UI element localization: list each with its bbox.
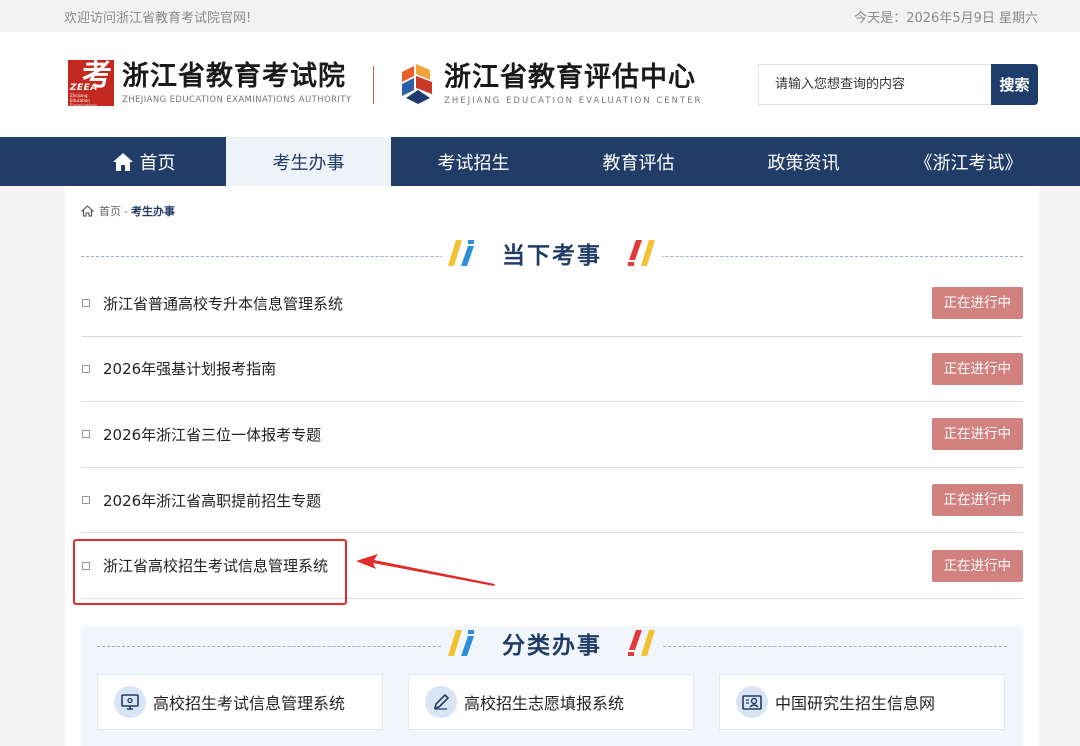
list-item[interactable]: 2026年浙江省高职提前招生专题 正在进行中 [81,468,1023,534]
status-badge[interactable]: 正在进行中 [931,549,1023,582]
evaluation-logo-mark [400,62,436,106]
slash-decoration-icon [626,238,658,268]
search-button[interactable]: 搜索 [991,64,1038,105]
nav-item-policy-news[interactable]: 政策资讯 [721,137,886,186]
welcome-text: 欢迎访问浙江省教育考试院官网! [64,10,252,26]
user-card-icon [736,686,768,718]
nav-item-label: 《浙江考试》 [914,152,1023,174]
category-item-application-system[interactable]: 高校招生志愿填报系统 [408,674,694,730]
list-item-title[interactable]: 2026年浙江省三位一体报考专题 [103,424,321,445]
category-item-label: 高校招生考试信息管理系统 [153,694,346,713]
evaluation-name-cn: 浙江省教育评估中心 [444,62,696,93]
evaluation-center-logo[interactable]: 浙江省教育评估中心 ZHEJIANG EDUCATION EVALUATION … [400,62,702,106]
slash-decoration-icon [446,628,478,658]
square-bullet-icon [82,430,90,439]
list-item[interactable]: 2026年强基计划报考指南 正在进行中 [81,337,1023,403]
zeea-name-en: ZHEJIANG EDUCATION EXAMINATIONS AUTHORIT… [122,95,352,105]
main-nav: 首页 考生办事 考试招生 教育评估 政策资讯 《浙江考试》 [0,137,1080,186]
list-item-title[interactable]: 浙江省普通高校专升本信息管理系统 [103,293,343,314]
nav-item-education-evaluation[interactable]: 教育评估 [556,137,721,186]
nav-item-label: 考生办事 [272,152,345,174]
nav-item-label: 政策资讯 [767,152,840,174]
status-badge[interactable]: 正在进行中 [931,287,1023,320]
breadcrumb: 首页 - 考生办事 [81,203,175,219]
breadcrumb-separator: - [124,204,128,218]
nav-item-exam-admission[interactable]: 考试招生 [391,137,556,186]
nav-item-home[interactable]: 首页 [61,137,226,186]
nav-item-zhejiang-exam-journal[interactable]: 《浙江考试》 [886,137,1051,186]
category-items: 高校招生考试信息管理系统 高校招生志愿填报系统 中国研究生招生信息网 [97,674,1005,730]
slash-decoration-icon [446,238,478,268]
content-panel: 首页 - 考生办事 当下考事 浙江省普通高校专升本信息管理系统 正在进行中 20… [65,186,1039,746]
category-item-exam-info-system[interactable]: 高校招生考试信息管理系统 [97,674,383,730]
status-badge[interactable]: 正在进行中 [931,352,1023,385]
search-box: 搜索 [758,64,1038,105]
home-icon [112,152,134,172]
list-item[interactable]: 2026年浙江省三位一体报考专题 正在进行中 [81,402,1023,468]
zeea-logo[interactable]: 考 ZEEA Zhejiang Education Examinations A… [68,58,352,113]
breadcrumb-home[interactable]: 首页 [99,203,121,219]
evaluation-name-en: ZHEJIANG EDUCATION EVALUATION CENTER [444,96,703,106]
search-input[interactable] [759,65,991,104]
pencil-icon [425,686,457,718]
category-section: 分类办事 高校招生考试信息管理系统 高校招生志愿填报系统 中国研究生招生信息网 [81,626,1023,746]
nav-item-label: 首页 [139,152,176,174]
computer-icon [114,686,146,718]
category-item-label: 高校招生志愿填报系统 [464,694,625,713]
annotation-arrow-icon [356,554,495,586]
nav-item-candidate-services[interactable]: 考生办事 [226,137,391,186]
breadcrumb-current: 考生办事 [130,205,175,218]
zeea-name-cn: 浙江省教育考试院 [122,61,346,92]
status-badge[interactable]: 正在进行中 [931,418,1023,451]
zeea-logo-mark: 考 ZEEA Zhejiang Education Examinations A… [68,58,114,113]
section-title: 分类办事 [502,632,602,659]
highlight-box [73,539,347,605]
nav-item-label: 考试招生 [437,152,510,174]
current-section-header: 当下考事 [81,236,1023,276]
category-item-label: 中国研究生招生信息网 [775,694,936,713]
section-title: 当下考事 [502,242,602,269]
logo-divider [373,66,374,104]
slash-decoration-icon [626,628,658,658]
list-item-title[interactable]: 2026年强基计划报考指南 [103,358,276,379]
list-item[interactable]: 浙江省普通高校专升本信息管理系统 正在进行中 [81,271,1023,337]
nav-item-label: 教育评估 [602,152,675,174]
status-badge[interactable]: 正在进行中 [931,484,1023,517]
square-bullet-icon [82,299,90,308]
category-section-header: 分类办事 [97,626,1007,666]
home-outline-icon[interactable] [81,205,94,217]
square-bullet-icon [82,496,90,505]
date-text: 今天是：2026年5月9日 星期六 [854,10,1038,26]
list-item-title[interactable]: 2026年浙江省高职提前招生专题 [103,490,321,511]
category-item-graduate-admission[interactable]: 中国研究生招生信息网 [719,674,1005,730]
square-bullet-icon [82,364,90,373]
top-bar: 欢迎访问浙江省教育考试院官网! 今天是：2026年5月9日 星期六 [0,0,1080,32]
site-header: 考 ZEEA Zhejiang Education Examinations A… [0,32,1080,137]
